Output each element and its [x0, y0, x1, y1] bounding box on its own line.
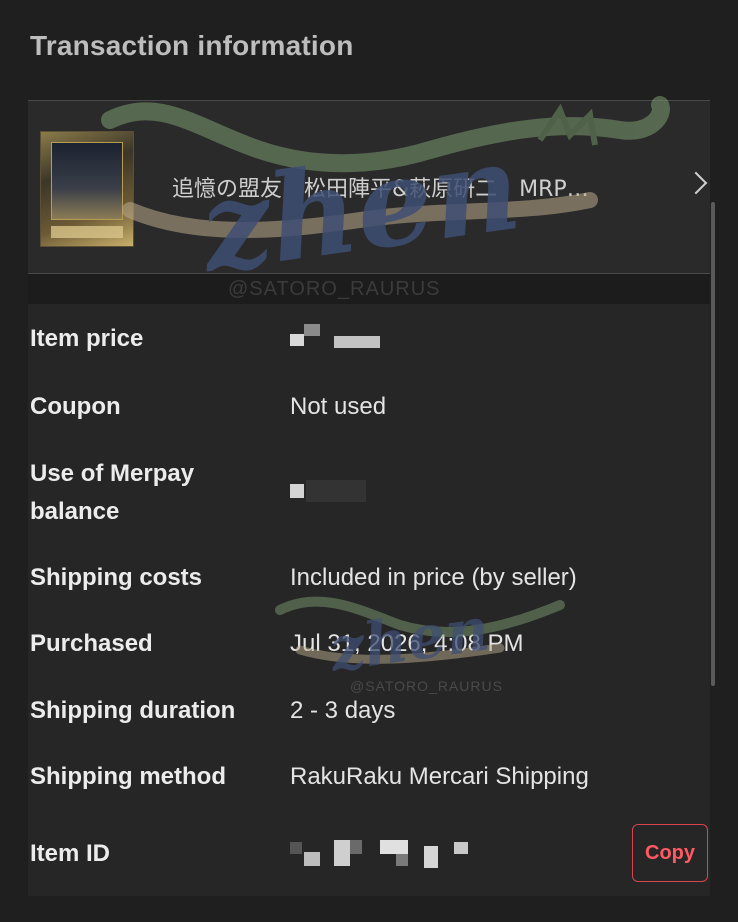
- card-name-bar: [51, 226, 123, 238]
- shipping-costs-value: Included in price (by seller): [290, 564, 577, 591]
- section-title: Transaction information: [30, 30, 354, 61]
- shipping-duration-label: Shipping duration: [30, 697, 236, 724]
- watermark-handle: @SATORO_RAURUS: [228, 278, 441, 300]
- item-id-label: Item ID: [30, 840, 111, 867]
- shipping-costs-label: Shipping costs: [30, 564, 203, 591]
- chevron-right-icon: [684, 171, 708, 195]
- purchased-value: Jul 31, 2026, 4:08 PM: [290, 630, 524, 657]
- shipping-method-value: RakuRaku Mercari Shipping: [290, 763, 589, 790]
- item-title: 追憶の盟友 松田陣平&萩原研二 MRP…: [172, 177, 589, 202]
- item-card[interactable]: 追憶の盟友 松田陣平&萩原研二 MRP…: [28, 100, 710, 274]
- shipping-method-label: Shipping method: [30, 763, 226, 790]
- item-price-label: Item price: [30, 325, 144, 352]
- shipping-duration-value: 2 - 3 days: [290, 697, 396, 724]
- purchased-label: Purchased: [30, 630, 153, 657]
- copy-item-id-button[interactable]: Copy: [632, 824, 708, 882]
- merpay-balance-label-line2: balance: [30, 498, 120, 525]
- scrollbar[interactable]: [711, 202, 715, 686]
- trading-card-thumbnail: [40, 131, 134, 247]
- transaction-panel: 追憶の盟友 松田陣平&萩原研二 MRP… @SATORO_RAURUS Item…: [28, 100, 710, 896]
- merpay-balance-label-line1: Use of Merpay: [30, 460, 195, 487]
- coupon-value: Not used: [290, 393, 387, 420]
- coupon-label: Coupon: [30, 393, 121, 420]
- card-artwork: [51, 142, 123, 220]
